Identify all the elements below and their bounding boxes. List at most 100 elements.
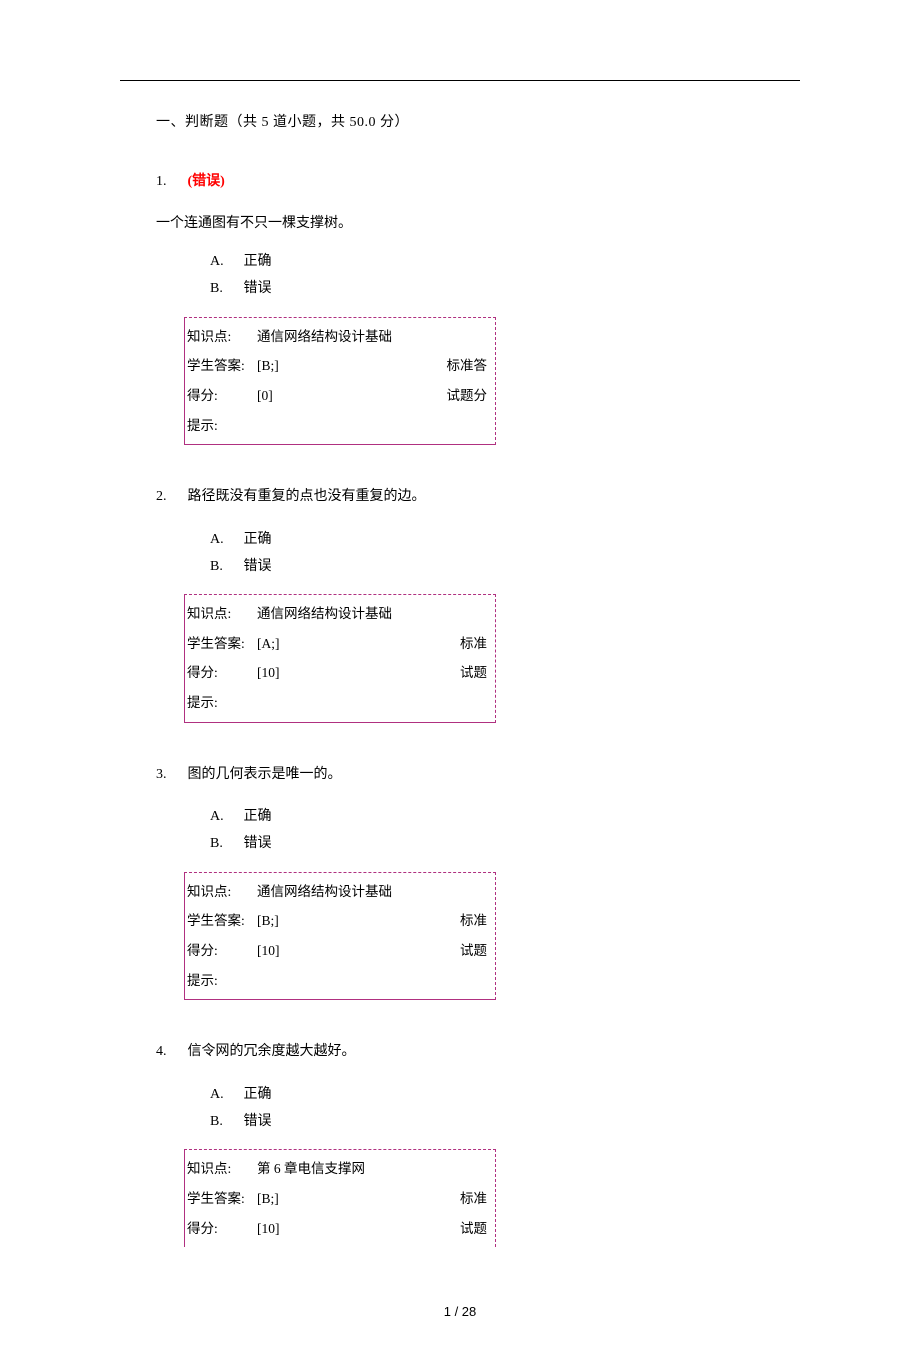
score-right: 试题 xyxy=(460,1216,489,1242)
score-value: [0] xyxy=(257,383,447,409)
info-row-kp: 知识点: 第 6 章电信支撑网 xyxy=(185,1154,495,1184)
choice-b: B. 错误 xyxy=(210,554,800,581)
info-row-score: 得分: [10] 试题 xyxy=(185,1214,495,1244)
question-text: 图的几何表示是唯一的。 xyxy=(188,767,342,782)
choice-text-a: 正确 xyxy=(244,809,272,824)
choice-text-b: 错误 xyxy=(244,559,272,574)
question-number: 2. xyxy=(156,485,174,509)
question-header: 1. (错误) xyxy=(156,170,800,194)
choice-letter-a: A. xyxy=(210,804,240,831)
question-text: 一个连通图有不只一棵支撑树。 xyxy=(156,212,800,236)
score-right: 试题分 xyxy=(447,383,490,409)
hint-value xyxy=(257,690,489,716)
score-right: 试题 xyxy=(460,938,489,964)
info-row-kp: 知识点: 通信网络结构设计基础 xyxy=(185,599,495,629)
answer-info-box: 知识点: 通信网络结构设计基础 学生答案: [A;] 标准 得分: [10] 试… xyxy=(184,594,496,723)
question-text: 路径既没有重复的点也没有重复的边。 xyxy=(188,489,426,504)
question-block: 3. 图的几何表示是唯一的。 A. 正确 B. 错误 知识点: 通信网络结构设计… xyxy=(120,763,800,1001)
hint-label: 提示: xyxy=(187,968,257,994)
score-value: [10] xyxy=(257,938,460,964)
answer-info-box: 知识点: 第 6 章电信支撑网 学生答案: [B;] 标准 得分: [10] 试… xyxy=(184,1149,496,1247)
choice-text-b: 错误 xyxy=(244,1114,272,1129)
score-label: 得分: xyxy=(187,660,257,686)
answer-info-box: 知识点: 通信网络结构设计基础 学生答案: [B;] 标准 得分: [10] 试… xyxy=(184,872,496,1001)
ans-value: [B;] xyxy=(257,353,447,379)
info-row-ans: 学生答案: [B;] 标准 xyxy=(185,1184,495,1214)
choice-text-a: 正确 xyxy=(244,532,272,547)
question-header: 4. 信令网的冗余度越大越好。 xyxy=(156,1040,800,1064)
choice-text-b: 错误 xyxy=(244,281,272,296)
question-header: 3. 图的几何表示是唯一的。 xyxy=(156,763,800,787)
ans-value: [B;] xyxy=(257,1186,460,1212)
score-right: 试题 xyxy=(460,660,489,686)
ans-right: 标准 xyxy=(460,631,489,657)
question-number: 1. xyxy=(156,170,174,194)
question-block: 4. 信令网的冗余度越大越好。 A. 正确 B. 错误 知识点: 第 6 章电信… xyxy=(120,1040,800,1247)
ans-value: [A;] xyxy=(257,631,460,657)
ans-right: 标准 xyxy=(460,1186,489,1212)
question-header: 2. 路径既没有重复的点也没有重复的边。 xyxy=(156,485,800,509)
question-choices: A. 正确 B. 错误 xyxy=(210,249,800,302)
hint-label: 提示: xyxy=(187,690,257,716)
choice-letter-a: A. xyxy=(210,249,240,276)
choice-letter-a: A. xyxy=(210,1082,240,1109)
choice-a: A. 正确 xyxy=(210,249,800,276)
kp-label: 知识点: xyxy=(187,324,257,350)
question-text: 信令网的冗余度越大越好。 xyxy=(188,1044,356,1059)
kp-label: 知识点: xyxy=(187,1156,257,1182)
question-choices: A. 正确 B. 错误 xyxy=(210,804,800,857)
question-status: (错误) xyxy=(188,174,225,189)
choice-text-b: 错误 xyxy=(244,836,272,851)
info-row-kp: 知识点: 通信网络结构设计基础 xyxy=(185,322,495,352)
choice-text-a: 正确 xyxy=(244,1087,272,1102)
ans-right: 标准答 xyxy=(447,353,490,379)
choice-a: A. 正确 xyxy=(210,804,800,831)
ans-label: 学生答案: xyxy=(187,1186,257,1212)
choice-letter-b: B. xyxy=(210,554,240,581)
info-row-kp: 知识点: 通信网络结构设计基础 xyxy=(185,877,495,907)
info-row-score: 得分: [10] 试题 xyxy=(185,658,495,688)
page-number: 1 / 28 xyxy=(0,1301,920,1323)
kp-label: 知识点: xyxy=(187,879,257,905)
choice-letter-a: A. xyxy=(210,527,240,554)
choice-text-a: 正确 xyxy=(244,254,272,269)
choice-a: A. 正确 xyxy=(210,527,800,554)
ans-label: 学生答案: xyxy=(187,908,257,934)
info-row-hint: 提示: xyxy=(185,411,495,441)
top-rule xyxy=(120,80,800,81)
ans-label: 学生答案: xyxy=(187,353,257,379)
kp-value: 通信网络结构设计基础 xyxy=(257,601,489,627)
score-label: 得分: xyxy=(187,938,257,964)
choice-letter-b: B. xyxy=(210,1109,240,1136)
choice-letter-b: B. xyxy=(210,831,240,858)
info-row-hint: 提示: xyxy=(185,966,495,996)
hint-label: 提示: xyxy=(187,413,257,439)
kp-value: 第 6 章电信支撑网 xyxy=(257,1156,489,1182)
choice-a: A. 正确 xyxy=(210,1082,800,1109)
question-number: 3. xyxy=(156,763,174,787)
question-choices: A. 正确 B. 错误 xyxy=(210,527,800,580)
info-row-score: 得分: [10] 试题 xyxy=(185,936,495,966)
ans-value: [B;] xyxy=(257,908,460,934)
score-label: 得分: xyxy=(187,383,257,409)
question-number: 4. xyxy=(156,1040,174,1064)
info-row-score: 得分: [0] 试题分 xyxy=(185,381,495,411)
kp-value: 通信网络结构设计基础 xyxy=(257,324,489,350)
kp-value: 通信网络结构设计基础 xyxy=(257,879,489,905)
hint-value xyxy=(257,413,489,439)
choice-b: B. 错误 xyxy=(210,1109,800,1136)
section-title: 一、判断题（共 5 道小题，共 50.0 分） xyxy=(156,111,800,135)
hint-value xyxy=(257,968,489,994)
kp-label: 知识点: xyxy=(187,601,257,627)
score-value: [10] xyxy=(257,660,460,686)
info-row-ans: 学生答案: [B;] 标准 xyxy=(185,906,495,936)
info-row-hint: 提示: xyxy=(185,688,495,718)
exam-page: 一、判断题（共 5 道小题，共 50.0 分） 1. (错误) 一个连通图有不只… xyxy=(0,0,920,1347)
info-row-ans: 学生答案: [A;] 标准 xyxy=(185,629,495,659)
choice-b: B. 错误 xyxy=(210,276,800,303)
ans-label: 学生答案: xyxy=(187,631,257,657)
question-block: 1. (错误) 一个连通图有不只一棵支撑树。 A. 正确 B. 错误 知识点: … xyxy=(120,170,800,445)
info-row-ans: 学生答案: [B;] 标准答 xyxy=(185,351,495,381)
question-choices: A. 正确 B. 错误 xyxy=(210,1082,800,1135)
choice-letter-b: B. xyxy=(210,276,240,303)
